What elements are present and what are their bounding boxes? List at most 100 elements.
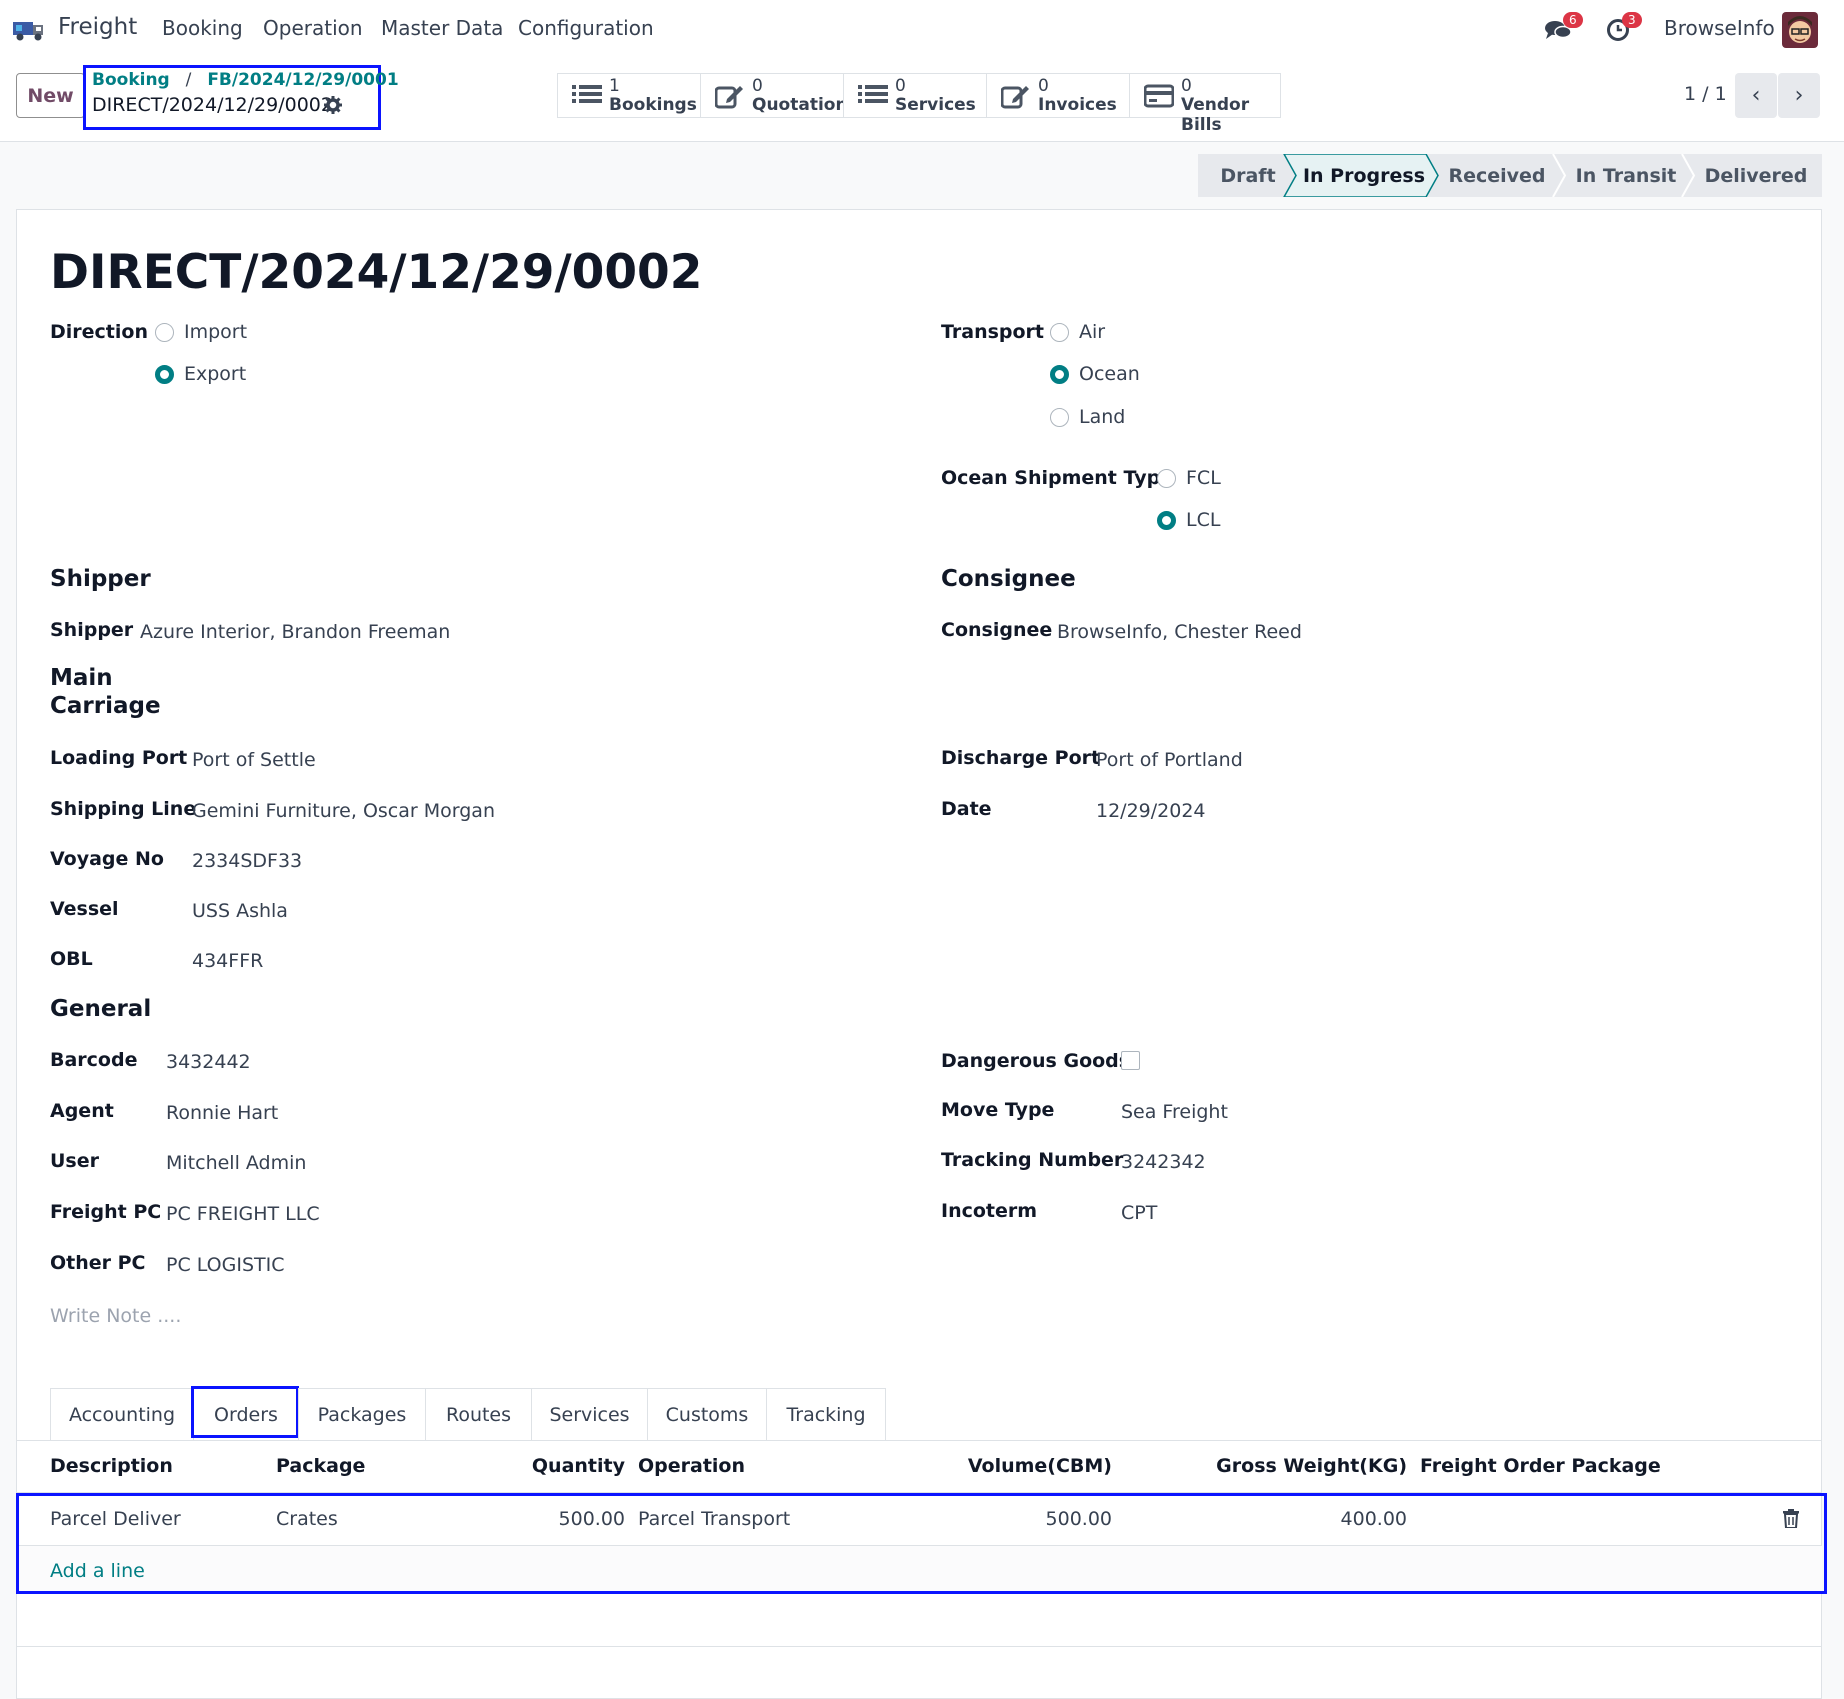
stage-in-transit[interactable]: In Transit	[1566, 154, 1686, 197]
direction-import-label[interactable]: Import	[184, 321, 247, 343]
main-carriage-section-title-line2: Carriage	[50, 693, 161, 719]
control-panel: New Booking / FB/2024/12/29/0001 DIRECT/…	[0, 58, 1844, 142]
freight-pc-field[interactable]: PC FREIGHT LLC	[166, 1203, 320, 1225]
transport-ocean-label[interactable]: Ocean	[1079, 363, 1140, 385]
obl-field[interactable]: 434FFR	[192, 950, 263, 972]
direction-import-radio[interactable]	[155, 323, 174, 342]
pager-previous-button[interactable]: ‹	[1735, 73, 1777, 118]
new-button[interactable]: New	[16, 73, 85, 118]
column-operation[interactable]: Operation	[638, 1455, 745, 1477]
discharge-port-field[interactable]: Port of Portland	[1096, 749, 1243, 771]
dangerous-goods-checkbox[interactable]	[1121, 1051, 1140, 1070]
breadcrumb-root[interactable]: Booking	[92, 70, 170, 90]
breadcrumb: Booking / FB/2024/12/29/0001	[92, 70, 399, 90]
user-avatar[interactable]	[1782, 12, 1818, 48]
general-section-title: General	[50, 996, 152, 1022]
quotation-label: Quotation	[752, 95, 848, 115]
vendor-bills-count: 0	[1181, 76, 1192, 96]
app-brand[interactable]: Freight	[58, 14, 137, 40]
column-package[interactable]: Package	[276, 1455, 365, 1477]
stage-delivered[interactable]: Delivered	[1697, 154, 1815, 197]
stage-received[interactable]: Received	[1440, 154, 1554, 197]
direction-export-radio[interactable]	[155, 365, 174, 384]
top-navbar: Freight Booking Operation Master Data Co…	[0, 0, 1844, 58]
tab-tracking[interactable]: Tracking	[766, 1388, 886, 1440]
loading-port-field[interactable]: Port of Settle	[192, 749, 316, 771]
agent-field[interactable]: Ronnie Hart	[166, 1102, 278, 1124]
breadcrumb-current: DIRECT/2024/12/29/0002	[92, 94, 333, 116]
invoices-smart-button[interactable]: 0 Invoices	[986, 73, 1130, 118]
shipping-line-field[interactable]: Gemini Furniture, Oscar Morgan	[192, 800, 495, 822]
quotation-smart-button[interactable]: 0 Quotation	[700, 73, 848, 118]
tab-customs[interactable]: Customs	[647, 1388, 767, 1440]
incoterm-field[interactable]: CPT	[1121, 1202, 1157, 1224]
menu-configuration[interactable]: Configuration	[518, 16, 654, 40]
tab-packages[interactable]: Packages	[298, 1388, 426, 1440]
stage-in-progress[interactable]: In Progress	[1296, 154, 1432, 197]
chevron-left-icon: ‹	[1751, 83, 1761, 108]
list-icon	[572, 83, 602, 109]
date-label: Date	[941, 798, 992, 820]
pager-value[interactable]: 1 / 1	[1684, 83, 1727, 105]
vessel-field[interactable]: USS Ashla	[192, 900, 288, 922]
move-type-field[interactable]: Sea Freight	[1121, 1101, 1228, 1123]
date-field[interactable]: 12/29/2024	[1096, 800, 1206, 822]
services-smart-button[interactable]: 0 Services	[843, 73, 987, 118]
gear-icon[interactable]	[324, 96, 342, 114]
other-pc-field[interactable]: PC LOGISTIC	[166, 1254, 285, 1276]
transport-ocean-radio[interactable]	[1050, 365, 1069, 384]
tabs-divider	[16, 1440, 1822, 1441]
discharge-port-label: Discharge Port	[941, 747, 1101, 769]
truck-icon[interactable]	[12, 16, 48, 42]
tab-services[interactable]: Services	[531, 1388, 648, 1440]
obl-label: OBL	[50, 948, 93, 970]
ocean-type-fcl-radio[interactable]	[1157, 469, 1176, 488]
voyage-no-label: Voyage No	[50, 848, 164, 870]
transport-land-label[interactable]: Land	[1079, 406, 1125, 428]
shipper-section-title: Shipper	[50, 566, 151, 592]
transport-air-radio[interactable]	[1050, 323, 1069, 342]
stage-draft[interactable]: Draft	[1205, 154, 1291, 197]
barcode-label: Barcode	[50, 1049, 138, 1071]
menu-booking[interactable]: Booking	[162, 16, 243, 40]
column-freight-order-package[interactable]: Freight Order Package	[1420, 1455, 1661, 1477]
table-footer-divider	[16, 1646, 1822, 1647]
transport-land-radio[interactable]	[1050, 408, 1069, 427]
shipper-field[interactable]: Azure Interior, Brandon Freeman	[140, 621, 450, 643]
company-switcher[interactable]: BrowseInfo	[1664, 16, 1775, 40]
vendor-bills-label: Vendor Bills	[1181, 95, 1250, 135]
ocean-type-fcl-label[interactable]: FCL	[1186, 467, 1221, 489]
column-quantity[interactable]: Quantity	[400, 1455, 625, 1477]
consignee-field[interactable]: BrowseInfo, Chester Reed	[1057, 621, 1302, 643]
note-field[interactable]: Write Note ....	[50, 1305, 181, 1327]
user-field[interactable]: Mitchell Admin	[166, 1152, 306, 1174]
record-title[interactable]: DIRECT/2024/12/29/0002	[50, 245, 702, 300]
column-description[interactable]: Description	[50, 1455, 173, 1477]
transport-air-label[interactable]: Air	[1079, 321, 1105, 343]
ocean-type-lcl-label[interactable]: LCL	[1186, 509, 1220, 531]
tab-accounting[interactable]: Accounting	[50, 1388, 194, 1440]
barcode-field[interactable]: 3432442	[166, 1051, 251, 1073]
consignee-label: Consignee	[941, 619, 1053, 641]
activities-badge: 3	[1622, 12, 1642, 28]
direction-label: Direction	[50, 321, 148, 343]
direction-export-label[interactable]: Export	[184, 363, 246, 385]
column-volume[interactable]: Volume(CBM)	[850, 1455, 1112, 1477]
shipping-line-label: Shipping Line	[50, 798, 197, 820]
bookings-count: 1	[609, 76, 620, 96]
invoices-label: Invoices	[1038, 95, 1117, 115]
ocean-type-lcl-radio[interactable]	[1157, 511, 1176, 530]
tracking-number-field[interactable]: 3242342	[1121, 1151, 1206, 1173]
pager-next-button[interactable]: ›	[1778, 73, 1820, 118]
list-icon	[858, 83, 888, 109]
breadcrumb-parent[interactable]: FB/2024/12/29/0001	[207, 70, 398, 90]
tab-routes[interactable]: Routes	[425, 1388, 532, 1440]
bookings-smart-button[interactable]: 1 Bookings	[557, 73, 701, 118]
menu-operation[interactable]: Operation	[263, 16, 363, 40]
voyage-no-field[interactable]: 2334SDF33	[192, 850, 302, 872]
services-count: 0	[895, 76, 906, 96]
vendor-bills-smart-button[interactable]: 0 Vendor Bills	[1129, 73, 1281, 135]
other-pc-label: Other PC	[50, 1252, 146, 1274]
menu-master-data[interactable]: Master Data	[381, 16, 503, 40]
column-gross-weight[interactable]: Gross Weight(KG)	[1150, 1455, 1407, 1477]
